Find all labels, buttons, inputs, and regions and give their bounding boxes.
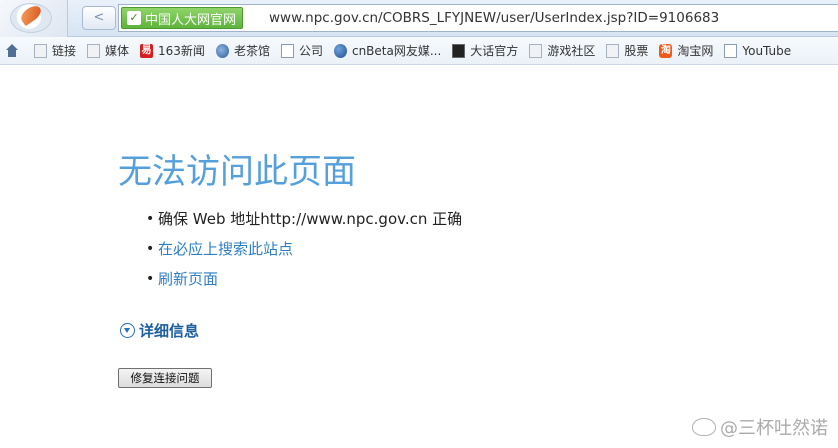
globe-icon	[215, 43, 229, 58]
bookmarks-bar: 链接 媒体 易 163新闻 老茶馆 公司 cnBeta网友媒... 大话官方 游…	[0, 37, 838, 65]
bookmark-label: cnBeta网友媒...	[351, 44, 442, 58]
bookmark-item[interactable]: 链接	[29, 40, 82, 62]
bookmark-home[interactable]	[0, 40, 29, 62]
bookmark-label: 媒体	[105, 44, 130, 58]
details-label: 详细信息	[139, 322, 200, 340]
chevron-down-icon	[120, 323, 135, 338]
bookmark-item[interactable]: 淘 淘宝网	[654, 40, 719, 62]
bookmark-item[interactable]: 股票	[601, 40, 654, 62]
back-button[interactable]: <	[82, 6, 116, 30]
bookmark-item[interactable]: cnBeta网友媒...	[329, 40, 447, 62]
url-input[interactable]	[269, 8, 829, 28]
page-icon	[280, 43, 294, 58]
check-icon: ✓	[127, 11, 141, 25]
refresh-page-link[interactable]: 刷新页面	[158, 268, 218, 290]
bookmark-label: YouTube	[742, 43, 792, 58]
bookmark-label: 163新闻	[158, 44, 205, 58]
watermark-text: @三杯吐然诺	[720, 418, 828, 439]
list-item: • 确保 Web 地址http://www.npc.gov.cn 正确	[146, 208, 462, 238]
bookmark-item[interactable]: YouTube	[719, 40, 797, 62]
taobao-icon: 淘	[659, 43, 673, 58]
search-bing-link[interactable]: 在必应上搜索此站点	[158, 238, 293, 260]
browser-logo-icon[interactable]	[0, 0, 68, 37]
page-icon	[724, 43, 738, 58]
bookmark-label: 老茶馆	[233, 44, 270, 58]
site-identity-label: 中国人大网官网	[145, 12, 237, 28]
bullet: •	[146, 211, 155, 227]
list-item: • 刷新页面	[146, 268, 462, 298]
weibo-logo-icon	[692, 418, 716, 436]
bookmark-label: 链接	[52, 44, 77, 58]
watermark: @三杯吐然诺	[692, 414, 828, 440]
bookmark-item[interactable]: 媒体	[82, 40, 135, 62]
suggestion-list: • 确保 Web 地址http://www.npc.gov.cn 正确 • 在必…	[146, 208, 462, 298]
bookmark-item[interactable]: 游戏社区	[524, 40, 601, 62]
list-item: • 在必应上搜索此站点	[146, 238, 462, 268]
cnbeta-icon	[333, 43, 347, 58]
netease-icon: 易	[140, 43, 154, 58]
page-icon	[529, 43, 543, 58]
home-icon	[5, 43, 18, 58]
bookmark-item[interactable]: 大话官方	[447, 40, 524, 62]
bookmark-label: 游戏社区	[547, 44, 596, 58]
suggestion-check-address: 确保 Web 地址http://www.npc.gov.cn 正确	[158, 210, 463, 228]
bullet: •	[146, 241, 155, 257]
bookmark-item[interactable]: 公司	[276, 40, 329, 62]
dahua-icon	[452, 43, 466, 58]
error-title: 无法访问此页面	[118, 152, 356, 192]
fix-connection-button[interactable]: 修复连接问题	[118, 368, 212, 388]
site-identity-badge[interactable]: ✓ 中国人大网官网	[121, 7, 244, 29]
details-toggle[interactable]: 详细信息	[120, 320, 199, 341]
bookmark-item[interactable]: 老茶馆	[211, 40, 276, 62]
bookmark-label: 股票	[624, 44, 649, 58]
bullet: •	[146, 271, 155, 287]
page-icon	[34, 43, 47, 58]
address-bar[interactable]: ✓ 中国人大网官网	[118, 4, 838, 32]
bookmark-label: 大话官方	[470, 44, 519, 58]
bookmark-item[interactable]: 易 163新闻	[135, 40, 211, 62]
browser-toolbar: < ✓ 中国人大网官网	[0, 0, 838, 37]
page-icon	[606, 43, 620, 58]
page-icon	[87, 43, 101, 58]
bookmark-label: 公司	[298, 44, 323, 58]
bookmark-label: 淘宝网	[677, 44, 714, 58]
